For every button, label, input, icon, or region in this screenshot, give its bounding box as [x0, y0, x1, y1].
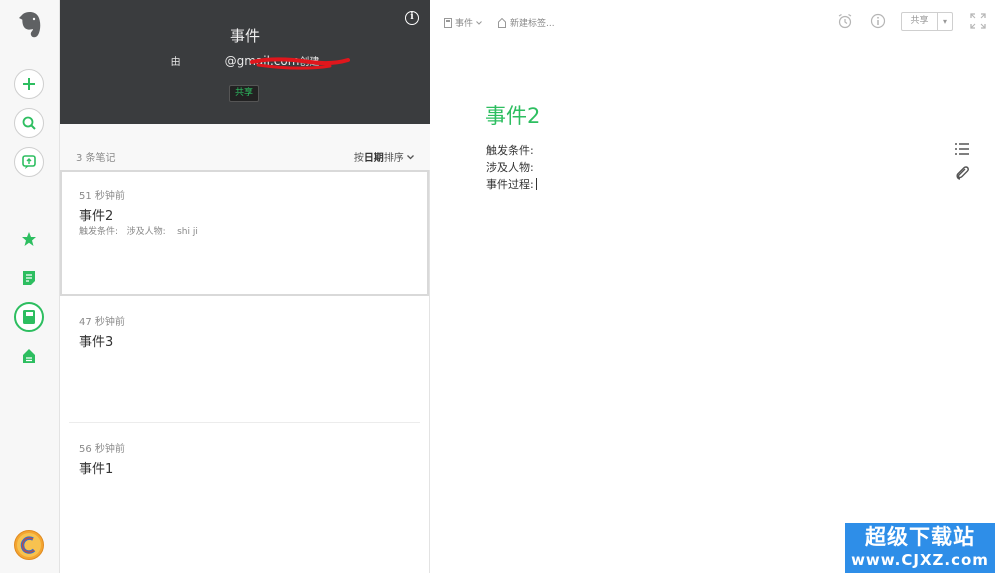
format-list-icon[interactable] — [954, 141, 970, 157]
note-title: 事件2 — [79, 209, 114, 224]
work-chat-button[interactable] — [14, 147, 44, 177]
left-rail — [0, 0, 60, 573]
notebook-title: 事件 — [229, 27, 260, 45]
info-icon[interactable]: i — [405, 11, 419, 25]
note-title-field[interactable]: 事件2 — [485, 100, 540, 130]
notes-button[interactable] — [14, 263, 44, 293]
reminder-alarm-icon[interactable] — [837, 13, 853, 29]
avatar — [17, 533, 41, 557]
sort-button[interactable]: 按日期排序 — [354, 149, 414, 164]
note-snippet: 触发条件: 涉及人物: shi ji — [79, 227, 198, 237]
notebook-icon — [23, 310, 35, 324]
note-count: 3 条笔记 — [76, 153, 116, 164]
elephant-logo-icon — [19, 11, 41, 38]
chevron-down-icon — [476, 20, 482, 25]
watermark-line2: www.CJXZ.com — [851, 551, 989, 569]
note-list: 3 条笔记 按日期排序 51 秒钟前 事件2 触发条件: 涉及人物: shi j… — [60, 124, 430, 573]
notebook-owner: 由 @gmail.com创建 — [60, 53, 430, 68]
notebook-header: 事件 由 @gmail.com创建 共享 i — [60, 0, 430, 124]
new-note-button[interactable] — [14, 69, 44, 99]
notebook-selector[interactable]: 事件 — [444, 16, 482, 29]
search-icon — [22, 116, 36, 130]
note-editor: 事件 新建标签... 共享 ▾ 事件2 触发条件: 涉及人物: 事件过程: — [431, 0, 1000, 573]
sort-key: 日期 — [363, 153, 384, 164]
notebooks-button[interactable] — [14, 302, 44, 332]
watermark-line1: 超级下载站 — [865, 525, 975, 549]
tags-button[interactable] — [14, 341, 44, 371]
plus-icon — [23, 78, 35, 90]
note-info-icon[interactable] — [870, 13, 886, 29]
shortcuts-button[interactable] — [14, 224, 44, 254]
notebook-small-icon — [444, 17, 452, 28]
redaction-scribble — [250, 57, 350, 70]
evernote-window: 事件 由 @gmail.com创建 共享 i 3 条笔记 按日期排序 51 秒钟前… — [0, 0, 1000, 573]
note-time: 47 秒钟前 — [79, 317, 125, 328]
note-body-line[interactable]: 涉及人物: — [486, 159, 534, 175]
expand-icon[interactable] — [970, 13, 986, 29]
tag-icon — [23, 349, 35, 363]
tag-input[interactable]: 新建标签... — [498, 16, 555, 29]
note-card[interactable]: 56 秒钟前 事件1 — [60, 423, 429, 550]
note-time: 51 秒钟前 — [79, 191, 125, 202]
note-share-button[interactable]: 共享 ▾ — [901, 12, 953, 31]
note-title: 事件1 — [79, 462, 114, 477]
note-body-line-active[interactable]: 事件过程: — [486, 176, 537, 192]
note-list-bar: 3 条笔记 按日期排序 — [60, 124, 430, 170]
note-share-label: 共享 — [902, 13, 938, 30]
note-title: 事件3 — [79, 335, 114, 350]
tag-placeholder: 新建标签... — [510, 19, 555, 29]
search-button[interactable] — [14, 108, 44, 138]
note-icon — [23, 271, 35, 285]
chat-icon — [22, 155, 36, 169]
note-card[interactable]: 47 秒钟前 事件3 — [60, 296, 429, 423]
note-body-text: 事件过程: — [486, 178, 534, 191]
tag-small-icon — [498, 17, 506, 28]
share-dropdown-icon[interactable]: ▾ — [938, 13, 952, 30]
note-card[interactable]: 51 秒钟前 事件2 触发条件: 涉及人物: shi ji — [60, 170, 429, 296]
site-watermark: 超级下载站 www.CJXZ.com — [845, 523, 995, 573]
evernote-logo[interactable] — [15, 10, 45, 40]
note-time: 56 秒钟前 — [79, 444, 125, 455]
sort-prefix: 按 — [353, 153, 364, 164]
attachment-paperclip-icon[interactable] — [954, 165, 970, 181]
owner-prefix: 由 — [170, 57, 181, 68]
notebook-selector-label: 事件 — [455, 19, 474, 29]
notebook-share-button[interactable]: 共享 — [229, 85, 259, 102]
chevron-down-icon — [407, 155, 414, 160]
text-caret — [535, 178, 537, 190]
sort-suffix: 排序 — [383, 153, 404, 164]
note-body-line[interactable]: 触发条件: — [486, 142, 534, 158]
star-icon — [22, 232, 36, 246]
account-button[interactable] — [14, 530, 44, 560]
